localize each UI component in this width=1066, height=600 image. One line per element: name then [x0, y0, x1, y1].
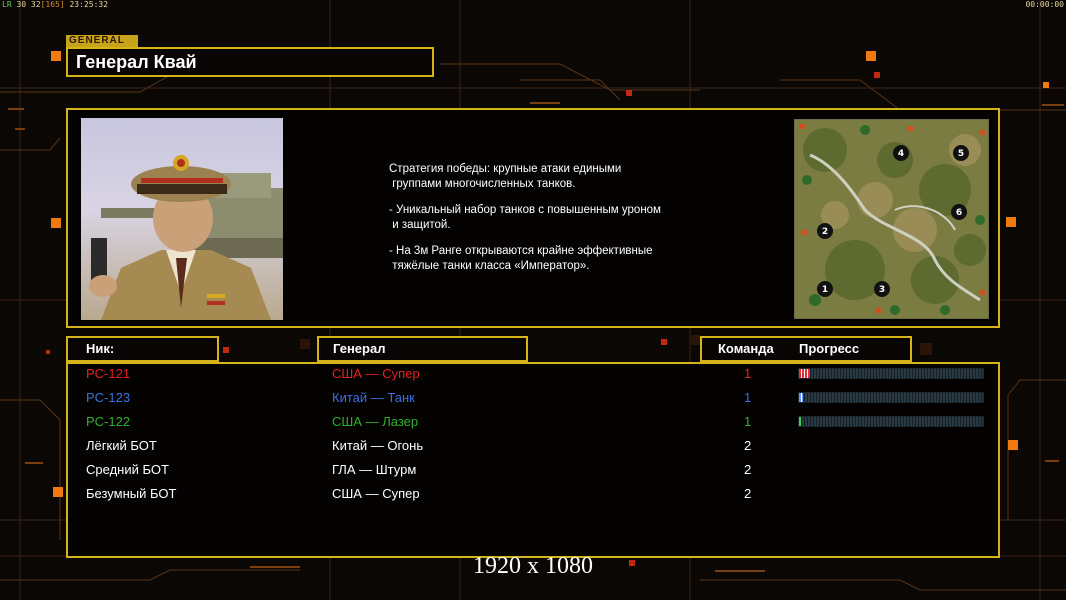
start-position-5: 5 [958, 149, 964, 159]
clock: 23:25:32 [69, 0, 109, 9]
start-position-4: 4 [898, 149, 904, 159]
player-general: США — Супер [332, 366, 420, 381]
player-row[interactable]: PC-121 США — Супер 1 [0, 366, 1066, 386]
player-row[interactable]: Лёгкий БОТ Китай — Огонь 2 [0, 438, 1066, 458]
start-position-2: 2 [822, 227, 828, 237]
nick-header: Ник: [66, 336, 219, 362]
player-team: 2 [744, 438, 752, 453]
fps-values: 30 32 [16, 0, 41, 9]
player-nick: Средний БОТ [86, 462, 169, 477]
player-team: 1 [744, 414, 752, 429]
player-row[interactable]: Средний БОТ ГЛА — Штурм 2 [0, 462, 1066, 482]
player-general: Китай — Танк [332, 390, 415, 405]
general-header: Генерал [317, 336, 528, 362]
player-progress-bar [798, 392, 984, 403]
player-row[interactable]: PC-123 Китай — Танк 1 [0, 390, 1066, 410]
player-progress-fill [799, 393, 803, 402]
player-nick: Безумный БОТ [86, 486, 177, 501]
general-tag: GENERAL [66, 35, 138, 47]
description-line-3: - На 3м Ранге открываются крайне эффекти… [389, 245, 653, 272]
player-general: Китай — Огонь [332, 438, 424, 453]
general-name: Генерал Квай [66, 47, 434, 77]
player-nick: Лёгкий БОТ [86, 438, 157, 453]
game-timer: 00:00:00 [1025, 0, 1064, 9]
player-progress-bar [798, 416, 984, 427]
player-row[interactable]: Безумный БОТ США — Супер 2 [0, 486, 1066, 506]
map-preview[interactable]: 1 2 3 4 5 6 [794, 119, 989, 319]
player-progress-bar [798, 368, 984, 379]
player-team: 1 [744, 390, 752, 405]
strategy-description: Стратегия победы: крупные атаки едиными … [389, 162, 719, 285]
start-position-3: 3 [879, 285, 885, 295]
fps-label: LR [2, 0, 12, 9]
team-progress-header: Команда Прогресс [700, 336, 912, 362]
player-progress-fill [799, 417, 801, 426]
player-nick: PC-121 [86, 366, 131, 381]
resolution-label: 1920 x 1080 [473, 553, 593, 579]
description-line-1: Стратегия победы: крупные атаки едиными … [389, 163, 622, 190]
player-nick: PC-123 [86, 390, 131, 405]
start-position-1: 1 [822, 285, 828, 295]
player-team: 1 [744, 366, 752, 381]
player-general: США — Лазер [332, 414, 419, 429]
player-nick: PC-122 [86, 414, 131, 429]
fps-extra: [165] [40, 0, 65, 9]
player-general: США — Супер [332, 486, 420, 501]
player-general: ГЛА — Штурм [332, 462, 417, 477]
player-progress-fill [799, 369, 811, 378]
general-portrait [81, 118, 283, 320]
description-line-2: - Уникальный набор танков с повышенным у… [389, 204, 661, 231]
progress-header: Прогресс [799, 341, 860, 356]
player-team: 2 [744, 462, 752, 477]
player-row[interactable]: PC-122 США — Лазер 1 [0, 414, 1066, 434]
team-header: Команда [718, 341, 774, 356]
player-team: 2 [744, 486, 752, 501]
start-position-6: 6 [956, 208, 962, 218]
fps-counter: LR 30 32[165] 23:25:32 [2, 0, 108, 9]
